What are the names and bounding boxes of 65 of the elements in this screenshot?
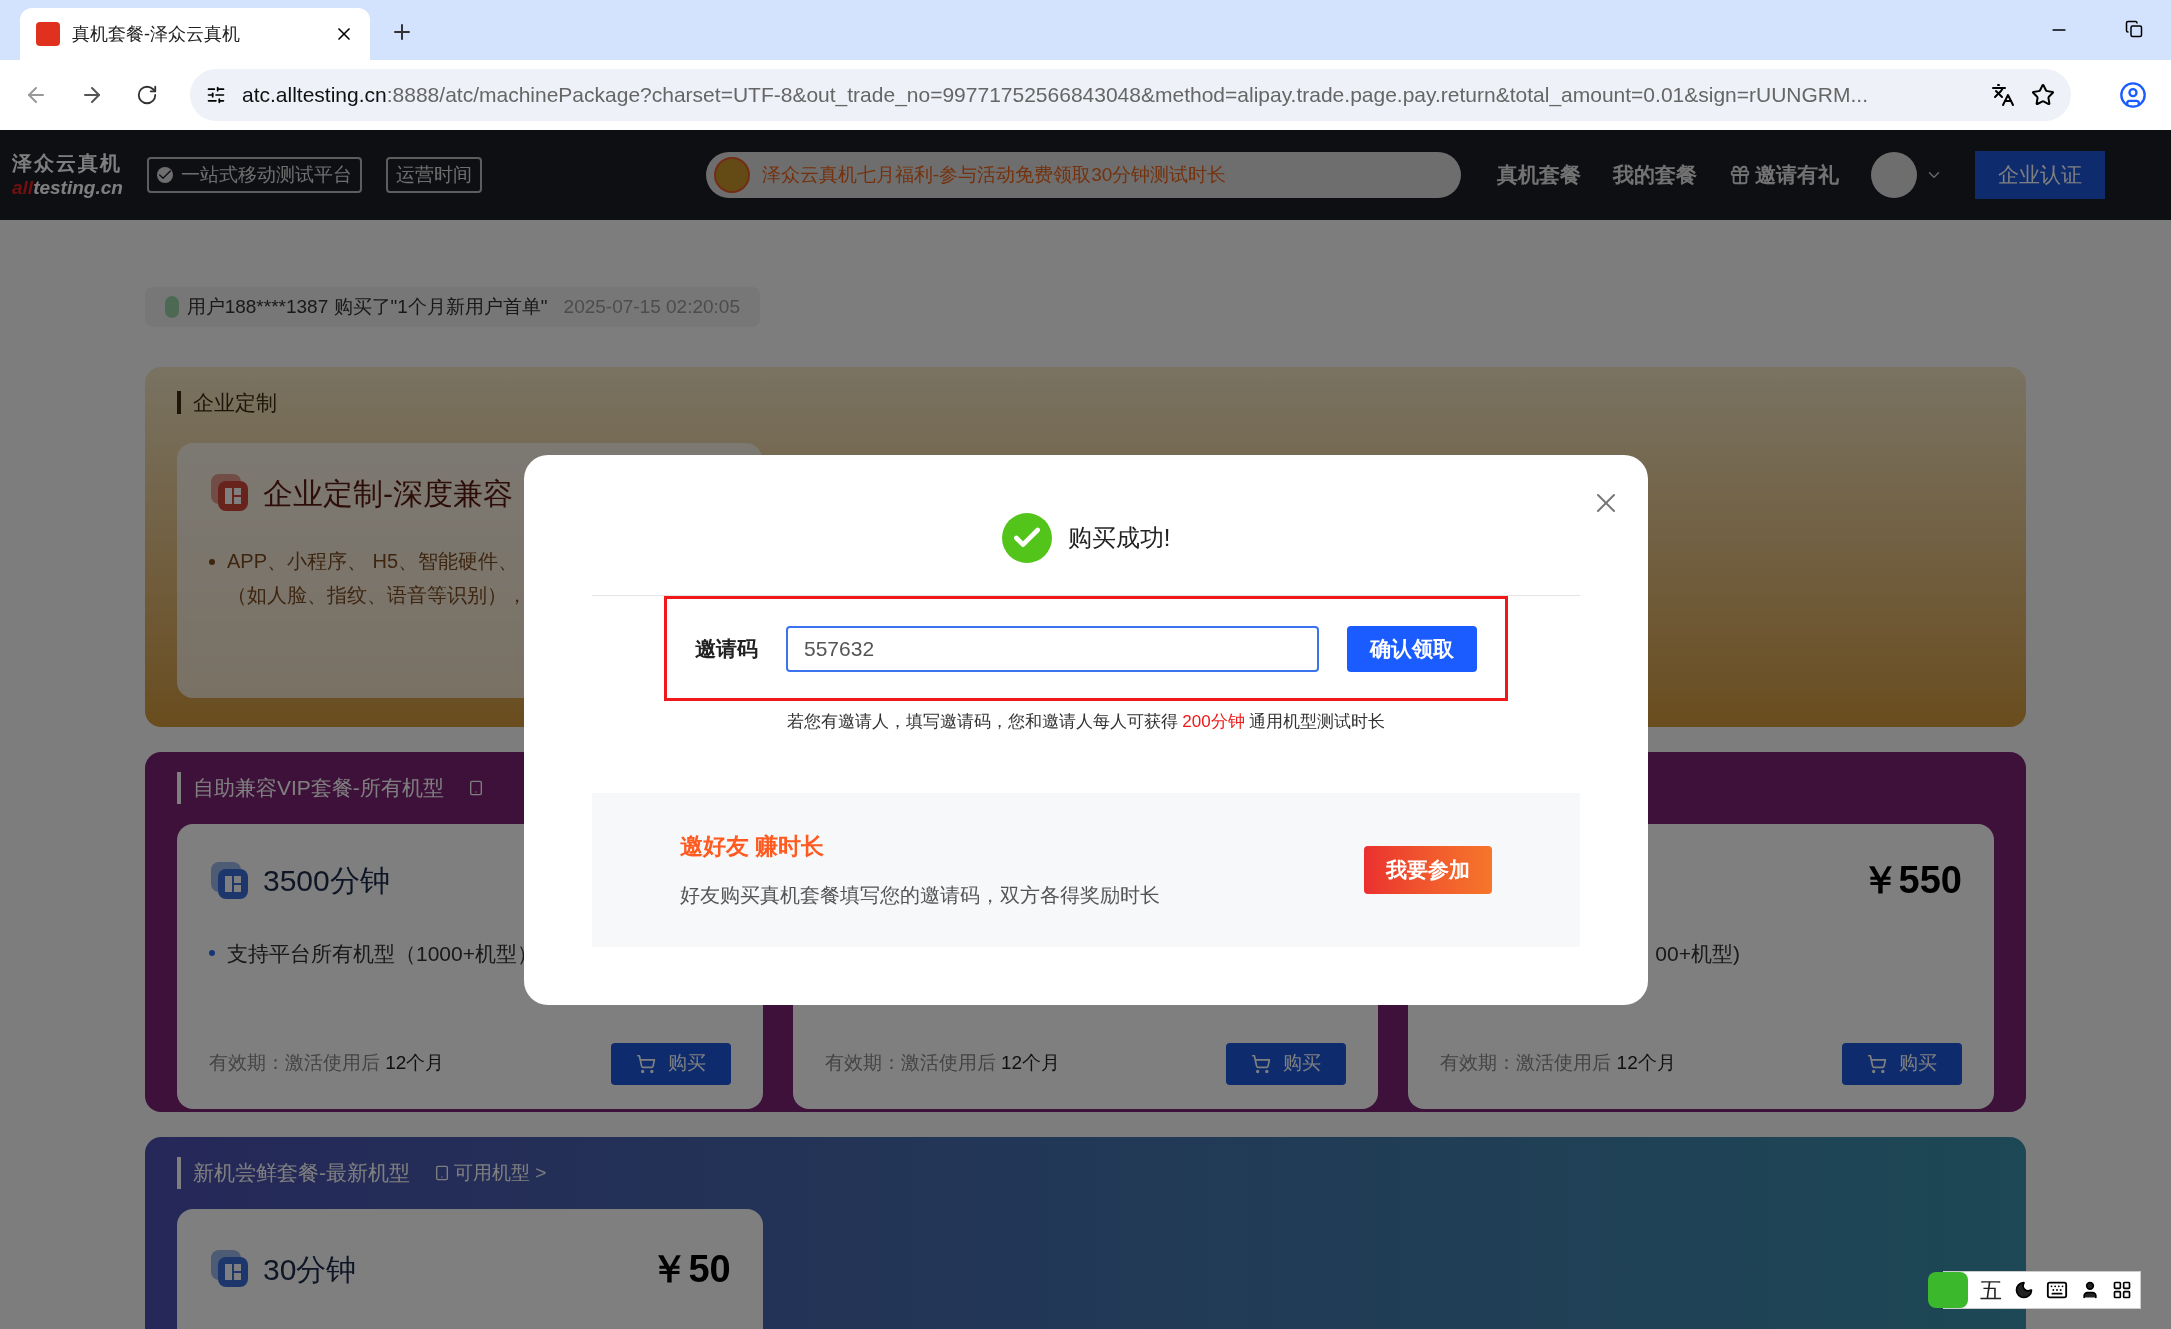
url-text: atc.alltesting.cn:8888/atc/machinePackage?charset=UTF-8&out_trade_no=99771752566843048&method=alipay.trade.page.pay.return&total_amount=0.01&sign=rUUNGRM... <box>242 82 1870 109</box>
package-price: ￥50 <box>650 1246 731 1292</box>
logo-domain: alltesting.cn <box>12 175 123 200</box>
enterprise-auth-button[interactable]: 企业认证 <box>1974 151 2105 199</box>
success-check-icon <box>1001 513 1052 563</box>
device-icon <box>467 779 484 796</box>
package-price: ￥550 <box>1860 858 1962 903</box>
validity-text: 有效期：激活使用后 12个月 <box>824 1051 1061 1076</box>
tab-title: 真机套餐-泽众云真机 <box>72 22 241 46</box>
invite-code-label: 邀请码 <box>695 635 758 662</box>
nav-link[interactable]: 我的套餐 <box>1612 159 1697 191</box>
package-feature: 支持平台所有机型（1000+机型） <box>227 940 538 967</box>
confirm-claim-button[interactable]: 确认领取 <box>1347 625 1477 672</box>
validity-text: 有效期：激活使用后 12个月 <box>209 1051 445 1076</box>
package-title: 30分钟 <box>263 1251 357 1288</box>
package-feature: APP、小程序、 H5、智能硬件、 （如人脸、指纹、语音等识别）， <box>227 548 527 608</box>
package-feature: 00+机型) <box>1655 940 1740 967</box>
join-button[interactable]: 我要参加 <box>1364 845 1492 894</box>
section-title: 新机尝鲜套餐-最新机型 <box>177 1157 410 1189</box>
gift-icon <box>1728 164 1751 186</box>
promo-description: 好友购买真机套餐填写您的邀请码，双方各得奖励时长 <box>680 882 1161 908</box>
dialog-title: 购买成功! <box>1067 523 1171 553</box>
promo-title: 邀好友 赚时长 <box>680 832 826 862</box>
header-badge: 一站式移动测试平台 <box>146 157 362 193</box>
bookmark-star-icon[interactable] <box>2031 83 2055 107</box>
user-icon[interactable] <box>2080 1280 2100 1300</box>
available-models-link[interactable]: 可用机型 > <box>434 1158 547 1187</box>
user-avatar-icon <box>165 296 179 318</box>
cart-icon <box>1867 1053 1887 1074</box>
profile-icon[interactable] <box>2119 81 2147 109</box>
ime-logo-icon <box>1928 1272 1968 1308</box>
banner-text: 泽众云真机七月福利-参与活动免费领取30分钟测试时长 <box>761 162 1227 187</box>
cart-icon <box>1251 1053 1272 1074</box>
avatar[interactable] <box>1870 152 1917 198</box>
validity-text: 有效期：激活使用后 12个月 <box>1440 1051 1676 1076</box>
logo-title: 泽众云真机 <box>12 150 123 176</box>
package-title: 企业定制-深度兼容 <box>263 475 513 512</box>
buy-button[interactable]: 购买 <box>1842 1042 1962 1085</box>
device-icon <box>434 1164 450 1181</box>
nav-link[interactable]: 邀请有礼 <box>1728 159 1839 191</box>
browser-tab[interactable]: 真机套餐-泽众云真机 <box>20 8 370 60</box>
check-icon <box>156 167 173 183</box>
site-favicon-icon <box>36 22 60 46</box>
address-bar[interactable]: atc.alltesting.cn:8888/atc/machinePackage?charset=UTF-8&out_trade_no=99771752566843048&method=alipay.trade.page.pay.return&total_amount=0.01&sign=rUUNGRM... <box>190 69 2071 121</box>
section-title: 自助兼容VIP套餐-所有机型 <box>177 772 444 804</box>
ticker-text: 用户188****1387 购买了"1个月新用户首单" <box>186 294 548 319</box>
buy-button[interactable]: 购买 <box>1226 1042 1347 1085</box>
header-badge: 运营时间 <box>385 157 482 193</box>
ime-mode[interactable]: 五 <box>1980 1273 2002 1307</box>
site-settings-icon <box>206 85 226 105</box>
reload-icon[interactable] <box>136 84 158 106</box>
buy-button[interactable]: 购买 <box>610 1042 731 1085</box>
moon-icon[interactable] <box>2014 1280 2034 1300</box>
invite-code-field[interactable]: 557632 <box>786 625 1319 672</box>
invite-hint: 若您有邀请人，填写邀请码，您和邀请人每人可获得 200分钟 通用机型测试时长 <box>785 711 1387 733</box>
cart-icon <box>635 1053 656 1074</box>
nav-link[interactable]: 真机套餐 <box>1496 159 1581 191</box>
package-title: 3500分钟 <box>263 863 390 899</box>
translate-icon[interactable] <box>1991 83 2015 107</box>
section-title: 企业定制 <box>177 391 277 414</box>
grid-icon[interactable] <box>2112 1280 2132 1300</box>
keyboard-icon[interactable] <box>2046 1279 2068 1301</box>
bullet-icon <box>209 558 215 565</box>
bullet-icon <box>209 950 215 957</box>
restore-icon[interactable] <box>2125 20 2143 38</box>
